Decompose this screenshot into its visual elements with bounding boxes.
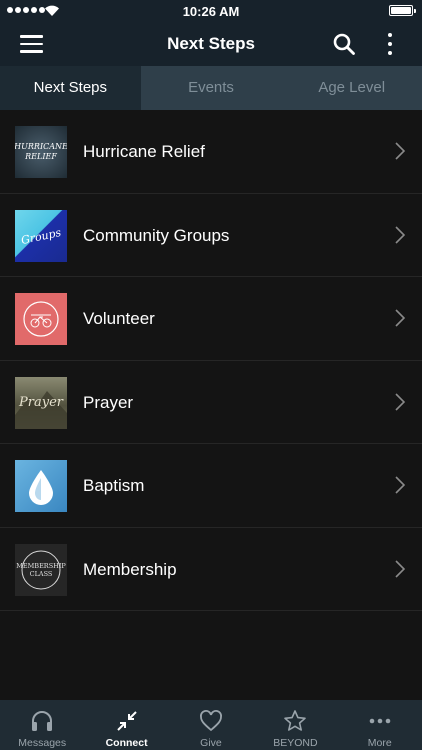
tab-bar-give[interactable]: Give (169, 700, 253, 750)
bicycle-thumbnail (15, 293, 67, 345)
chevron-right-icon (395, 225, 405, 244)
tab-age-level[interactable]: Age Level (281, 66, 422, 110)
list-item-volunteer[interactable]: Volunteer (0, 277, 422, 361)
bottom-tab-bar: Messages Connect Give BEYOND More (0, 700, 422, 750)
search-icon[interactable] (332, 32, 356, 56)
tab-bar-label: Messages (18, 737, 67, 749)
tab-bar-messages[interactable]: Messages (0, 700, 84, 750)
more-options-icon[interactable] (378, 30, 402, 58)
segment-tabs: Next Steps Events Age Level (0, 66, 422, 110)
star-icon (284, 710, 307, 731)
list-item-label: Baptism (83, 476, 145, 495)
list-item-label: Membership (83, 559, 177, 579)
list-item-community-groups[interactable]: Groups Community Groups (0, 194, 422, 277)
list-item-baptism[interactable]: Baptism (0, 444, 422, 528)
membership-thumbnail: MEMBERSHIP CLASS (15, 543, 67, 596)
groups-thumbnail: Groups (15, 209, 67, 262)
prayer-thumbnail: Prayer (15, 376, 67, 429)
tab-next-steps[interactable]: Next Steps (0, 66, 141, 110)
bicycle-icon (23, 301, 59, 337)
tab-bar-label: Give (200, 737, 222, 749)
tab-bar-label: BEYOND (273, 737, 318, 749)
chevron-right-icon (395, 476, 405, 494)
prayer-thumb-text: Prayer (19, 395, 63, 410)
groups-thumb-text: Groups (19, 224, 63, 247)
water-drop-icon (29, 470, 53, 505)
ellipsis-icon (369, 718, 391, 724)
membership-thumb-text: MEMBERSHIP CLASS (16, 561, 66, 578)
chevron-right-icon (395, 392, 405, 411)
page-title: Next Steps (167, 34, 255, 53)
battery-icon (389, 5, 416, 16)
list-item-prayer[interactable]: Prayer Prayer (0, 361, 422, 444)
headphones-icon (32, 711, 53, 731)
list-item-label: Volunteer (83, 309, 155, 328)
water-drop-thumbnail (15, 460, 67, 512)
tab-bar-beyond[interactable]: BEYOND (253, 700, 337, 750)
tab-bar-label: Connect (105, 737, 148, 749)
list-item-membership[interactable]: MEMBERSHIP CLASS Membership (0, 528, 422, 611)
chevron-right-icon (395, 142, 405, 160)
tab-events[interactable]: Events (141, 66, 282, 110)
list-item-hurricane-relief[interactable]: HURRICANE RELIEF Hurricane Relief (0, 110, 422, 194)
hurricane-thumb-text: HURRICANE RELIEF (15, 142, 67, 161)
list-item-label: Prayer (83, 392, 134, 412)
tab-bar-label: More (367, 737, 392, 749)
chevron-right-icon (395, 559, 405, 578)
next-steps-list: HURRICANE RELIEF Hurricane Relief Groups… (0, 110, 422, 611)
nav-bar: Next Steps (0, 22, 422, 66)
list-item-label: Community Groups (83, 225, 230, 245)
status-bar: 10:26 AM (0, 0, 422, 22)
heart-icon (200, 710, 222, 732)
tab-bar-more[interactable]: More (338, 700, 422, 750)
arrows-inward-icon (116, 711, 137, 731)
list-item-label: Hurricane Relief (83, 142, 205, 161)
chevron-right-icon (395, 309, 405, 327)
tab-bar-connect[interactable]: Connect (84, 700, 168, 750)
status-time: 10:26 AM (182, 4, 240, 19)
hurricane-thumbnail: HURRICANE RELIEF (15, 126, 67, 178)
